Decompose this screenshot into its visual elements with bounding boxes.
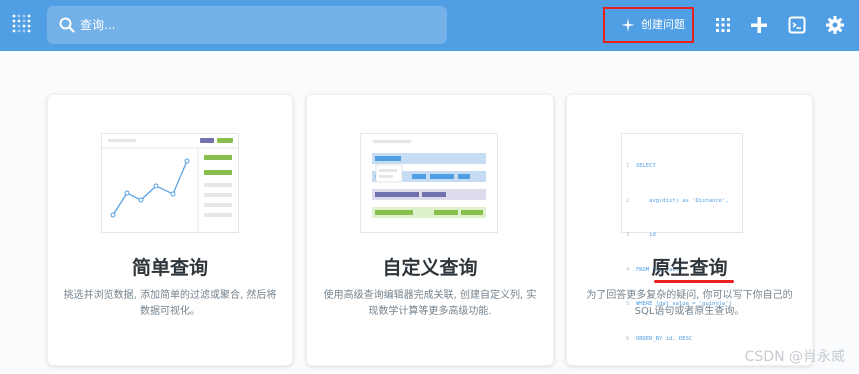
highlight-underline bbox=[654, 280, 734, 283]
search-input[interactable]: 查询... bbox=[47, 6, 447, 44]
gear-icon[interactable] bbox=[824, 14, 846, 36]
custom-query-card[interactable]: 自定义查询 使用高级查询编辑器完成关联, 创建自定义列, 实现数学计算等更多高级… bbox=[306, 94, 554, 366]
sql-line: 2 avg(dist) as 'Distance', bbox=[626, 197, 729, 204]
logo-icon[interactable] bbox=[12, 14, 32, 36]
native-query-description: 为了回答更多复杂的疑问, 你可以写下你自己的SQL语句或者原生查询。 bbox=[586, 290, 793, 317]
sql-line: 1 SELECT bbox=[626, 163, 656, 169]
simple-query-illustration bbox=[101, 133, 239, 233]
sql-snippet-illustration: 1 SELECT 2 avg(dist) as 'Distance', 3 id… bbox=[621, 133, 743, 342]
native-query-card[interactable]: 1 SELECT 2 avg(dist) as 'Distance', 3 id… bbox=[566, 94, 813, 366]
sql-line: 3 id bbox=[626, 232, 656, 238]
create-question-label: 创建问题 bbox=[641, 18, 685, 31]
plus-icon bbox=[621, 18, 635, 32]
top-navbar: 查询... 创建问题 bbox=[0, 0, 859, 51]
add-icon[interactable] bbox=[748, 14, 770, 36]
search-placeholder: 查询... bbox=[80, 18, 116, 32]
simple-query-title: 简单查询 bbox=[131, 257, 208, 279]
native-query-title: 原生查询 bbox=[651, 257, 728, 279]
sql-line: 6 ORDER_BY id, DESC bbox=[626, 335, 693, 342]
create-question-button[interactable]: 创建问题 bbox=[603, 7, 694, 43]
watermark: CSDN @肖永威 bbox=[744, 349, 845, 365]
simple-query-card[interactable]: 简单查询 挑选并浏览数据, 添加简单的过滤或聚合, 然后将数据可视化。 bbox=[47, 94, 293, 366]
search-icon bbox=[59, 17, 75, 33]
custom-query-illustration bbox=[360, 133, 498, 233]
simple-query-description: 挑选并浏览数据, 添加简单的过滤或聚合, 然后将数据可视化。 bbox=[63, 290, 277, 317]
terminal-icon[interactable] bbox=[786, 14, 808, 36]
custom-query-title: 自定义查询 bbox=[382, 257, 478, 279]
custom-query-description: 使用高级查询编辑器完成关联, 创建自定义列, 实现数学计算等更多高级功能. bbox=[323, 290, 537, 317]
grid-icon[interactable] bbox=[712, 14, 734, 36]
